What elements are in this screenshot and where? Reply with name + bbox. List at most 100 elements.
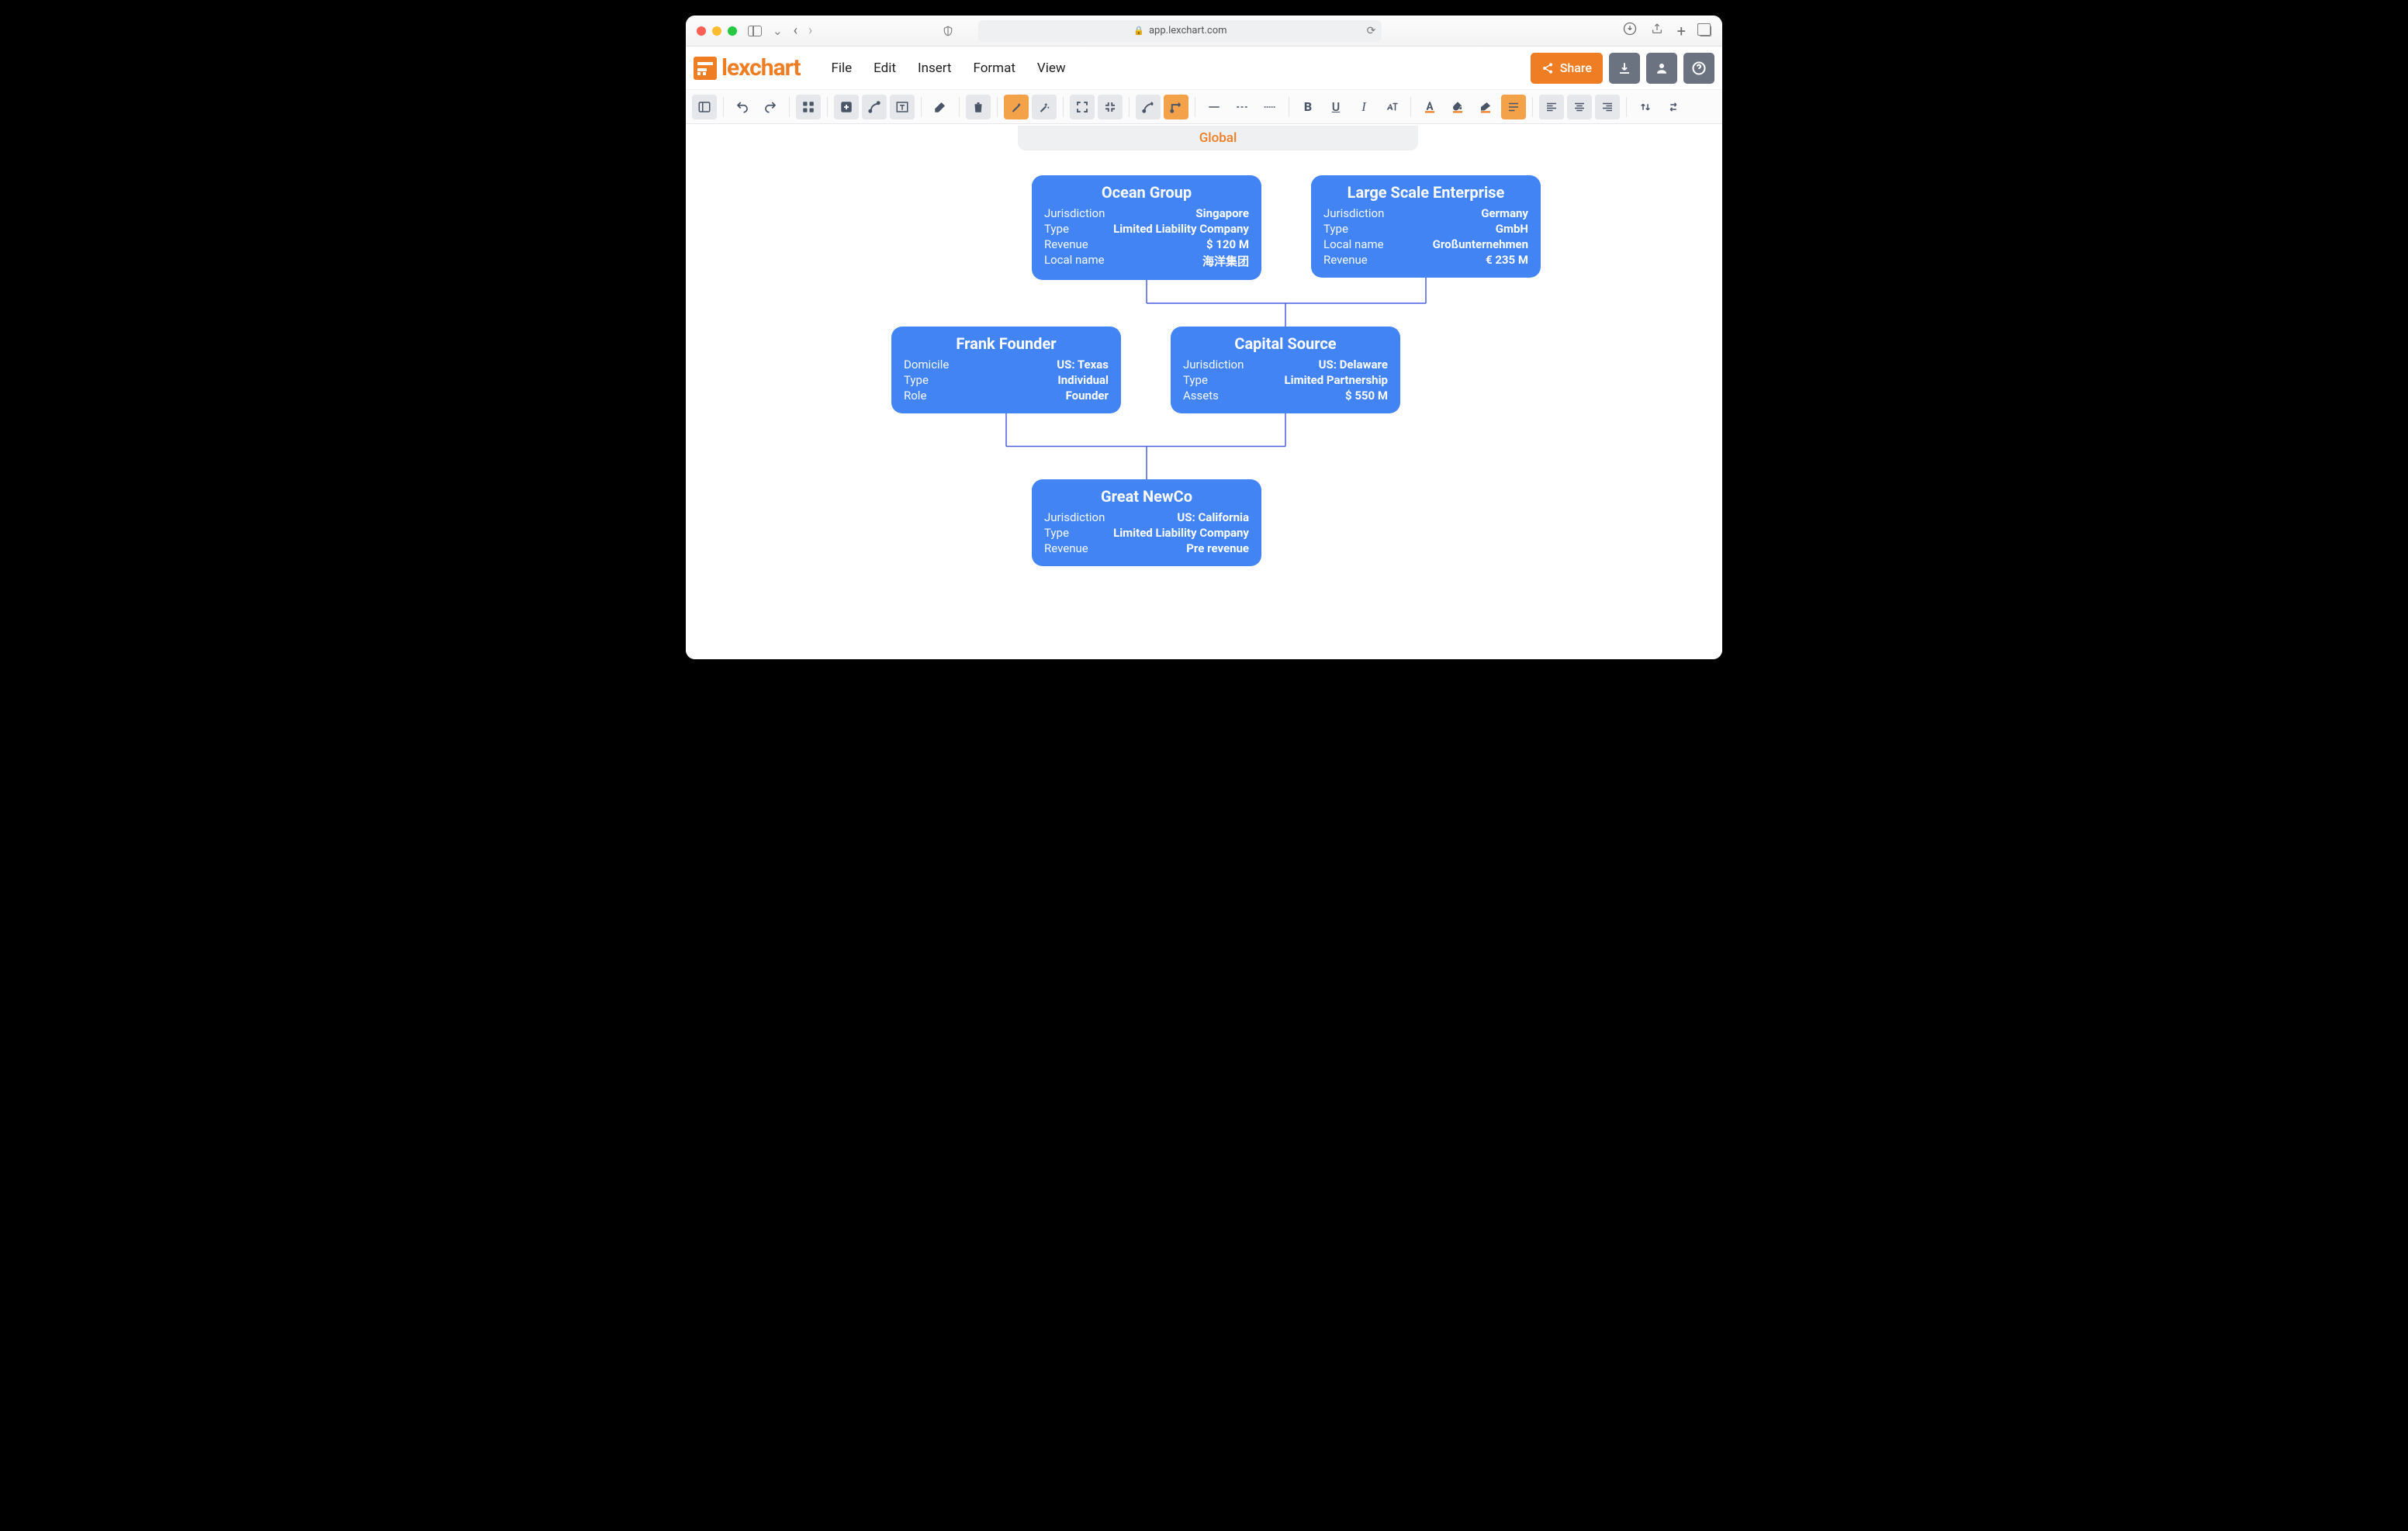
toolbar-magic-wand[interactable] <box>1004 95 1029 119</box>
toolbar-panel-toggle[interactable] <box>692 95 717 119</box>
attr-value: US: Texas <box>1057 358 1109 372</box>
address-bar[interactable]: 🔒 app.lexchart.com ⟳ <box>978 20 1382 42</box>
attr-key: Type <box>1044 222 1069 236</box>
app-logo[interactable]: lexchart <box>694 54 800 81</box>
attr-key: Jurisdiction <box>1323 206 1384 220</box>
menu-format[interactable]: Format <box>974 60 1015 76</box>
download-button[interactable] <box>1609 53 1640 84</box>
toolbar-fill-color[interactable] <box>1445 95 1470 119</box>
node-attr: Type Limited Liability Company <box>1044 526 1249 540</box>
toolbar-separator <box>723 97 724 117</box>
toolbar-trash[interactable] <box>966 95 991 119</box>
toolbar-expand[interactable] <box>1070 95 1095 119</box>
node-attr: TypeIndividual <box>904 373 1109 387</box>
menu-insert[interactable]: Insert <box>918 60 952 76</box>
node-attr: JurisdictionGermany <box>1323 206 1528 220</box>
attr-value: Limited Liability Company <box>1113 526 1249 540</box>
help-button[interactable] <box>1683 53 1714 84</box>
browser-titlebar: ⌄ ‹ › 🔒 app.lexchart.com ⟳ + <box>686 16 1722 47</box>
attr-key: Revenue <box>1323 253 1368 267</box>
toolbar-collapse[interactable] <box>1098 95 1123 119</box>
toolbar-redo[interactable] <box>758 95 783 119</box>
new-tab-icon[interactable]: + <box>1677 22 1686 40</box>
lock-icon: 🔒 <box>1133 26 1144 36</box>
attr-key: Type <box>1183 373 1208 387</box>
maximize-window-button[interactable] <box>728 26 737 36</box>
attr-key: Jurisdiction <box>1183 358 1244 372</box>
toolbar-highlight[interactable] <box>1501 95 1526 119</box>
node-attr: Revenue€ 235 M <box>1323 253 1528 267</box>
attr-value: Singapore <box>1195 206 1249 220</box>
toolbar-text-color[interactable] <box>1417 95 1442 119</box>
toolbar-separator <box>1532 97 1533 117</box>
toolbar-border-color[interactable] <box>1473 95 1498 119</box>
toolbar-add-node[interactable] <box>834 95 859 119</box>
nav-back-button[interactable]: ‹ <box>794 22 797 39</box>
toolbar-separator <box>921 97 922 117</box>
toolbar: BUI <box>686 90 1722 124</box>
diagram-header-label: Global <box>1199 130 1237 146</box>
menu-edit[interactable]: Edit <box>874 60 896 76</box>
attr-key: Role <box>904 389 926 403</box>
nav-forward-button[interactable]: › <box>808 22 812 39</box>
toolbar-elbow-connector[interactable] <box>1164 95 1188 119</box>
node-ocean[interactable]: Ocean GroupJurisdictionSingaporeTypeLimi… <box>1032 175 1261 280</box>
toolbar-line-dotted[interactable] <box>1258 95 1282 119</box>
node-title: Capital Source <box>1183 334 1388 353</box>
share-icon[interactable] <box>1651 22 1663 40</box>
toolbar-align-right[interactable] <box>1595 95 1620 119</box>
toolbar-separator <box>827 97 828 117</box>
node-title: Large Scale Enterprise <box>1323 183 1528 202</box>
account-button[interactable] <box>1646 53 1677 84</box>
attr-value: 海洋集团 <box>1202 253 1249 269</box>
toolbar-reorder-vert[interactable] <box>1633 95 1658 119</box>
attr-value: Founder <box>1066 389 1109 403</box>
attr-key: Jurisdiction <box>1044 510 1105 524</box>
node-capital[interactable]: Capital SourceJurisdictionUS: DelawareTy… <box>1171 327 1400 413</box>
logo-mark-icon <box>694 57 717 80</box>
toolbar-underline[interactable]: U <box>1323 95 1348 119</box>
toolbar-auto-layout[interactable] <box>1032 95 1057 119</box>
privacy-shield-icon[interactable] <box>943 25 953 37</box>
attr-key: Jurisdiction <box>1044 206 1105 220</box>
downloads-icon[interactable] <box>1623 22 1637 40</box>
toolbar-line-solid[interactable] <box>1202 95 1226 119</box>
menu-file[interactable]: File <box>831 60 852 76</box>
dropdown-chevron-icon[interactable]: ⌄ <box>773 24 783 38</box>
minimize-window-button[interactable] <box>712 26 721 36</box>
share-button-label: Share <box>1560 60 1592 75</box>
node-attr: Jurisdiction Singapore <box>1044 206 1249 220</box>
diagram-header-node[interactable]: Global <box>1018 126 1418 150</box>
node-frank[interactable]: Frank FounderDomicileUS: TexasTypeIndivi… <box>891 327 1121 413</box>
canvas-area[interactable]: Global Ocean GroupJurisdictionSingaporeT… <box>686 124 1722 659</box>
menu-view[interactable]: View <box>1037 60 1066 76</box>
toolbar-undo[interactable] <box>730 95 755 119</box>
toolbar-reorder-horiz[interactable] <box>1661 95 1686 119</box>
browser-window: ⌄ ‹ › 🔒 app.lexchart.com ⟳ + <box>686 16 1722 659</box>
toolbar-connector[interactable] <box>862 95 887 119</box>
node-attr: Type Limited Partnership <box>1183 373 1388 387</box>
sidebar-toggle-icon[interactable] <box>748 26 762 36</box>
toolbar-text-size[interactable] <box>1379 95 1404 119</box>
node-newco[interactable]: Great NewCoJurisdictionUS: CaliforniaTyp… <box>1032 479 1261 566</box>
node-lse[interactable]: Large Scale Enterprise JurisdictionGerman… <box>1311 175 1541 278</box>
toolbar-align-left[interactable] <box>1539 95 1564 119</box>
node-attr: Role Founder <box>904 389 1109 403</box>
share-button[interactable]: Share <box>1531 53 1603 84</box>
attr-value: Limited Partnership <box>1285 373 1388 387</box>
toolbar-italic[interactable]: I <box>1351 95 1376 119</box>
close-window-button[interactable] <box>697 26 706 36</box>
toolbar-grid-layout[interactable] <box>796 95 821 119</box>
toolbar-align-center[interactable] <box>1567 95 1592 119</box>
tabs-overview-icon[interactable] <box>1700 26 1711 36</box>
attr-key: Local name <box>1044 253 1105 269</box>
toolbar-bold[interactable]: B <box>1296 95 1320 119</box>
toolbar-text-frame[interactable] <box>890 95 915 119</box>
attr-key: Type <box>1044 526 1069 540</box>
toolbar-curve-connector[interactable] <box>1136 95 1161 119</box>
toolbar-line-dashed[interactable] <box>1230 95 1254 119</box>
refresh-button[interactable]: ⟳ <box>1367 25 1376 37</box>
attr-value: $ 120 M <box>1206 237 1249 251</box>
attr-value: US: California <box>1177 510 1249 524</box>
toolbar-pencil[interactable] <box>928 95 953 119</box>
